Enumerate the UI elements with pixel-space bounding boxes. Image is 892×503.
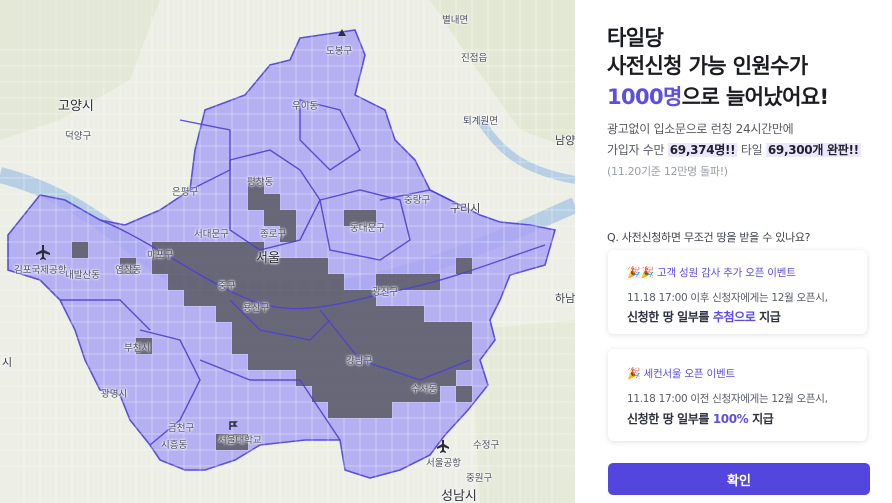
map-label: 내발산동 xyxy=(65,270,100,281)
map-label: 성남시 xyxy=(441,488,477,503)
map-label: 부천시 xyxy=(124,343,151,354)
highlight-accent: 추첨으로 xyxy=(712,310,756,324)
desc-line-1: 광고없이 입소문으로 런칭 24시간만에 xyxy=(607,122,794,136)
faq-question: Q. 사전신청하면 무조건 땅을 받을 수 있나요? xyxy=(607,231,811,244)
map-label: 구리시 xyxy=(450,203,481,215)
map-label: 은평구 xyxy=(172,187,199,198)
event-card-2: 🎉 세컨서울 오픈 이벤트 11.18 17:00 이전 신청자에게는 12월 오… xyxy=(608,349,867,441)
map-label: 염창동 xyxy=(115,265,142,276)
event-card-body: 11.18 17:00 이후 신청자에게는 12월 오픈시, xyxy=(627,292,828,304)
title-line-2: 사전신청 가능 인원수가 xyxy=(607,54,808,78)
event-card-body: 11.18 17:00 이전 신청자에게는 12월 오픈시, xyxy=(627,393,828,405)
map-label: 하남 xyxy=(555,293,575,305)
desc-line-2: 가입자 수만 69,374명!! 타일 69,300개 완판!! xyxy=(607,141,861,158)
desc-text: 타일 xyxy=(737,143,766,157)
map-label: 중구 xyxy=(218,281,236,292)
map-view[interactable]: 별내면 진접읍 도봉구 우이동 퇴계원면 고양시 덕양구 남양 평창동 은평구 … xyxy=(0,0,575,503)
title-accent: 1000명 xyxy=(607,85,682,109)
map-label: 김포국제공항 xyxy=(14,265,67,276)
event-card-title-text: 고객 성원 감사 추가 오픈 이벤트 xyxy=(657,267,796,279)
map-label: 광명시 xyxy=(101,389,128,400)
party-icon: 🎉🎉 xyxy=(627,266,654,279)
map-label: 금천구 xyxy=(168,423,195,434)
event-card-title-text: 세컨서울 오픈 이벤트 xyxy=(643,368,736,380)
map-label: 도봉구 xyxy=(326,46,353,57)
map-label: 별내면 xyxy=(442,15,469,26)
map-label: 광진구 xyxy=(372,287,399,298)
highlight-text: 신청한 땅 일부를 xyxy=(627,310,713,324)
highlight-text: 지급 xyxy=(748,412,774,426)
info-panel: 타일당 사전신청 가능 인원수가 1000명으로 늘어났어요! 광고없이 입소문… xyxy=(575,0,892,503)
signup-count: 69,374명!! xyxy=(667,143,738,157)
note-text: (11.20기준 12만명 돌파!) xyxy=(607,165,728,178)
map-label: 중원구 xyxy=(466,473,493,484)
party-icon: 🎉 xyxy=(627,367,641,380)
event-card-highlight: 신청한 땅 일부를 추첨으로 지급 xyxy=(627,308,781,325)
map-label: 동대문구 xyxy=(350,223,385,234)
map-label: 수정구 xyxy=(473,440,500,451)
map-label: 강남구 xyxy=(346,356,373,367)
map-label: 시 xyxy=(2,357,13,369)
event-card-1: 🎉🎉 고객 성원 감사 추가 오픈 이벤트 11.18 17:00 이후 신청자에… xyxy=(608,250,867,334)
map-label: 서울대학교 xyxy=(218,435,262,446)
title-rest: 으로 늘어났어요! xyxy=(681,85,829,109)
map-label: 수서동 xyxy=(411,384,438,395)
map-label: 마포구 xyxy=(147,250,174,261)
title-line-3: 1000명으로 늘어났어요! xyxy=(607,81,829,111)
highlight-accent: 100% xyxy=(712,412,749,426)
desc-text: 가입자 수만 xyxy=(607,143,668,157)
map-label: 서울공항 xyxy=(426,458,461,469)
event-card-title: 🎉🎉 고객 성원 감사 추가 오픈 이벤트 xyxy=(627,265,796,280)
map-label: 진접읍 xyxy=(461,53,488,64)
map-canvas xyxy=(0,0,575,503)
map-label: 종로구 xyxy=(260,229,287,240)
map-label: 용산구 xyxy=(243,303,270,314)
map-label: 우이동 xyxy=(292,101,319,112)
map-label: 서대문구 xyxy=(194,229,229,240)
map-label: 평창동 xyxy=(247,177,274,188)
map-label: 서울 xyxy=(256,250,280,265)
title-line-1: 타일당 xyxy=(607,26,664,50)
highlight-text: 지급 xyxy=(755,310,781,324)
confirm-button[interactable]: 확인 xyxy=(608,463,870,495)
event-card-highlight: 신청한 땅 일부를 100% 지급 xyxy=(627,410,774,427)
map-label: 남양 xyxy=(555,135,575,147)
event-card-title: 🎉 세컨서울 오픈 이벤트 xyxy=(627,366,735,381)
map-label: 중랑구 xyxy=(404,195,431,206)
map-label: 시흥동 xyxy=(161,440,188,451)
tile-soldout: 69,300개 완판!! xyxy=(765,143,861,157)
map-label: 덕양구 xyxy=(65,131,92,142)
highlight-text: 신청한 땅 일부를 xyxy=(627,412,713,426)
map-label: 퇴계원면 xyxy=(463,116,498,127)
map-label: 고양시 xyxy=(58,98,94,113)
